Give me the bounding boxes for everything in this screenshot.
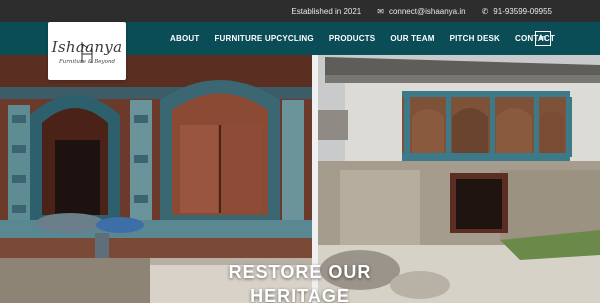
envelope-icon: ✉ [377,6,384,16]
hero-title-line-2: HERITAGE [250,286,350,303]
linkedin-icon: in [539,35,547,42]
phone-link[interactable]: ✆ 91-93599-09955 [482,7,552,16]
hero-title: RESTORE OUR HERITAGE [0,260,600,303]
chair-icon [81,42,93,63]
hero-banner: RESTORE OUR HERITAGE [0,55,600,303]
email-label[interactable]: connect@ishaanya.in [389,7,466,16]
nav-pitch-desk[interactable]: PITCH DESK [450,34,500,43]
phone-icon: ✆ [481,6,489,16]
phone-label[interactable]: 91-93599-09955 [493,7,552,16]
nav-products[interactable]: PRODUCTS [329,34,376,43]
nav-furniture-upcycling[interactable]: FURNITURE UPCYCLING [214,34,313,43]
linkedin-button[interactable]: in [535,31,551,46]
nav-our-team[interactable]: OUR TEAM [390,34,434,43]
nav-about[interactable]: ABOUT [170,34,199,43]
hero-title-line-1: RESTORE OUR [228,262,372,282]
established-label: Established in 2021 [291,6,362,16]
email-link[interactable]: ✉ connect@ishaanya.in [377,7,465,16]
site-logo[interactable]: Ishaanya Furniture & Beyond [48,22,126,80]
primary-nav: ABOUT FURNITURE UPCYCLING PRODUCTS OUR T… [170,22,570,55]
top-info-bar: Established in 2021 ✉ connect@ishaanya.i… [0,0,600,22]
established-text: Established in 2021 [291,7,361,16]
